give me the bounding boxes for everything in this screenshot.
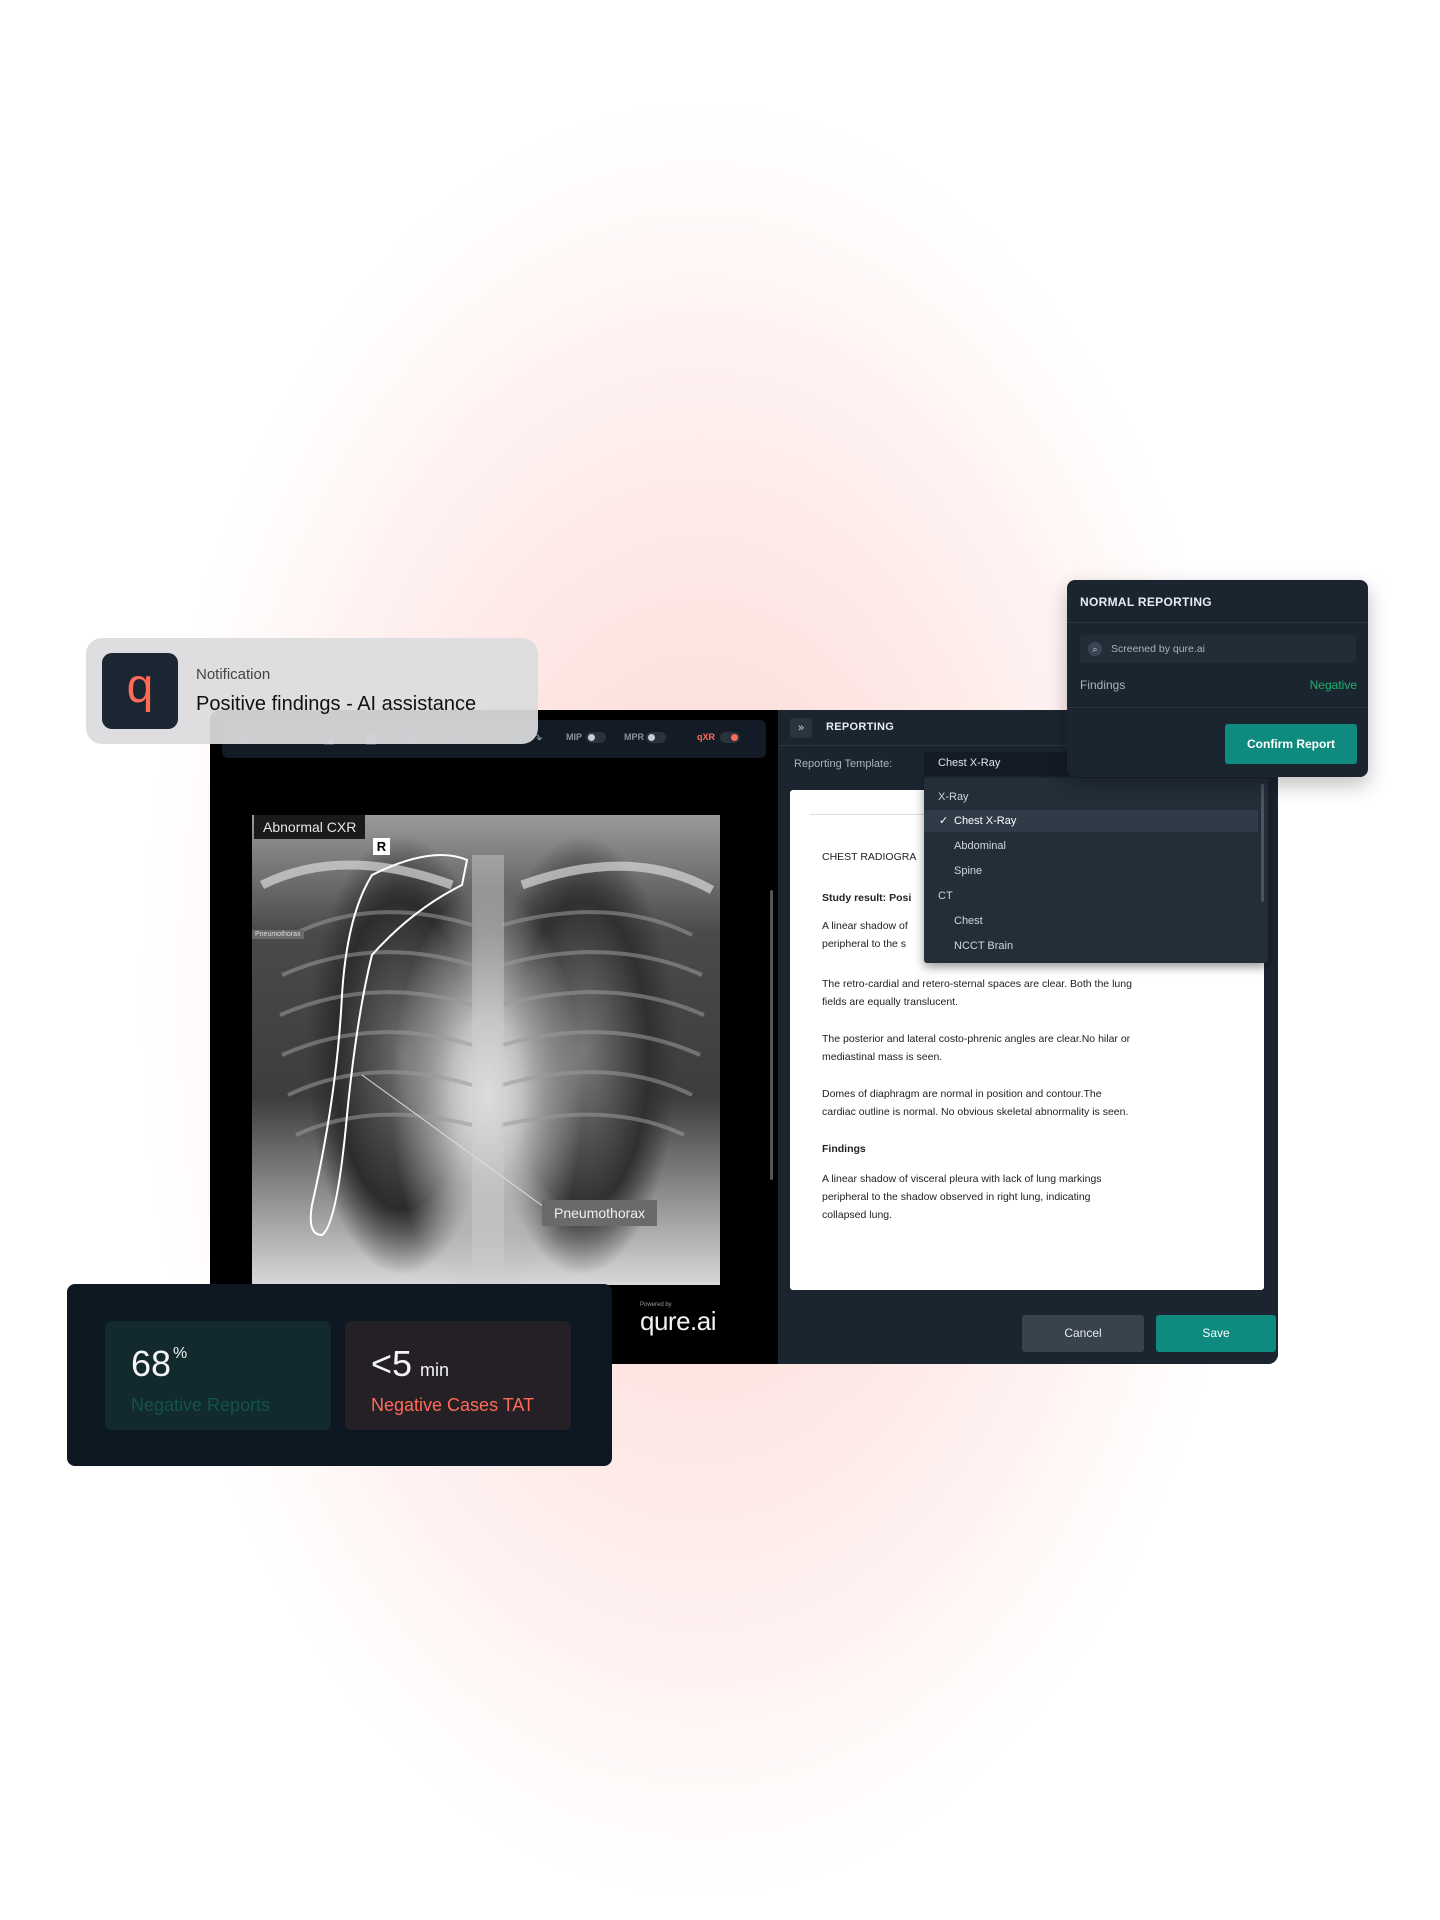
- normal-reporting-title: NORMAL REPORTING: [1080, 595, 1212, 609]
- dropdown-item-spine[interactable]: Spine: [924, 860, 1258, 882]
- cancel-button[interactable]: Cancel: [1022, 1315, 1144, 1352]
- r-marker: R: [373, 838, 390, 855]
- stat-unit: %: [173, 1345, 188, 1362]
- search-icon: ⌕: [1088, 642, 1102, 656]
- negative-tat-stat: <5 min Negative Cases TAT: [345, 1321, 571, 1430]
- stats-card: 68% Negative Reports <5 min Negative Case…: [67, 1284, 612, 1466]
- dropdown-group-xray: X-Ray: [938, 791, 969, 803]
- report-paragraph-line: The posterior and lateral costo-phrenic …: [822, 1033, 1131, 1045]
- dropdown-group-ct: CT: [938, 890, 953, 902]
- findings-label: Findings: [1080, 678, 1126, 692]
- screened-text: Screened by qure.ai: [1111, 643, 1205, 655]
- findings-line: A linear shadow of visceral pleura with …: [822, 1173, 1102, 1185]
- dropdown-item-chest-xray[interactable]: ✓ Chest X-Ray: [924, 810, 1258, 832]
- reporting-panel: » REPORTING Reporting Template: Chest X-…: [778, 710, 1278, 1364]
- stat-number: 68: [131, 1343, 172, 1384]
- template-dropdown: X-Ray ✓ Chest X-Ray Abdominal Spine CT Ch…: [924, 778, 1268, 963]
- mip-toggle[interactable]: [586, 732, 606, 743]
- normal-reporting-card: NORMAL REPORTING ⌕ Screened by qure.ai F…: [1067, 580, 1368, 777]
- stat-value: <5 min: [371, 1343, 449, 1385]
- viewer-scrollbar[interactable]: [770, 890, 773, 1180]
- stat-number: <5: [371, 1343, 413, 1384]
- stat-label: Negative Reports: [131, 1395, 271, 1415]
- stat-unit: min: [420, 1360, 450, 1380]
- findings-title: Findings: [822, 1143, 866, 1155]
- divider: [1067, 707, 1368, 708]
- report-paragraph-line: The retro-cardial and retero-sternal spa…: [822, 978, 1132, 990]
- abnormal-cxr-label: Abnormal CXR: [254, 815, 366, 839]
- viewer-window: ⊕ ⌕ ◪ ▦ ✎ ↻ ↷ MIP MPR qXR: [210, 710, 1278, 1364]
- collapse-chevron-icon[interactable]: »: [790, 718, 812, 738]
- dropdown-item-ncct-brain[interactable]: NCCT Brain: [924, 935, 1258, 957]
- divider: [1067, 622, 1368, 623]
- qure-logo-icon: q: [102, 653, 178, 729]
- mpr-toggle[interactable]: [646, 732, 666, 743]
- findings-value: Negative: [1309, 678, 1357, 692]
- notification-toast[interactable]: q Notification Positive findings - AI as…: [86, 638, 538, 744]
- report-paragraph-line: cardiac outline is normal. No obvious sk…: [822, 1106, 1129, 1118]
- dropdown-scrollbar[interactable]: [1261, 784, 1264, 902]
- confirm-report-button[interactable]: Confirm Report: [1225, 724, 1357, 764]
- mip-label: MIP: [566, 732, 583, 742]
- negative-reports-stat: 68% Negative Reports: [105, 1321, 331, 1430]
- report-paragraph-line: fields are equally translucent.: [822, 996, 958, 1008]
- notification-message: Positive findings - AI assistance: [196, 693, 477, 715]
- report-paragraph-line: Domes of diaphragm are normal in positio…: [822, 1088, 1102, 1100]
- dropdown-item-abdominal[interactable]: Abdominal: [924, 835, 1258, 857]
- notification-title: Notification: [196, 666, 271, 683]
- dropdown-item-chest[interactable]: Chest: [924, 910, 1258, 932]
- pneumothorax-label: Pneumothorax: [542, 1200, 658, 1226]
- findings-line: collapsed lung.: [822, 1209, 893, 1221]
- stat-label: Negative Cases TAT: [371, 1395, 535, 1415]
- screened-field[interactable]: ⌕ Screened by qure.ai: [1080, 635, 1356, 663]
- doc-rule: [810, 814, 930, 815]
- pneumothorax-small-label: Pneumothorax: [252, 930, 304, 939]
- template-label: Reporting Template:: [794, 758, 893, 770]
- qxr-label: qXR: [697, 732, 715, 742]
- reporting-title: REPORTING: [826, 721, 895, 733]
- save-button[interactable]: Save: [1156, 1315, 1276, 1352]
- image-viewer[interactable]: ⊕ ⌕ ◪ ▦ ✎ ↻ ↷ MIP MPR qXR: [210, 710, 778, 1364]
- stat-value: 68%: [131, 1343, 187, 1385]
- mpr-label: MPR: [624, 732, 644, 742]
- dropdown-item-label: Chest X-Ray: [954, 815, 1017, 827]
- qure-ai-logo: qure.ai: [640, 1306, 717, 1336]
- qxr-toggle[interactable]: [720, 732, 740, 743]
- report-paragraph-line: mediastinal mass is seen.: [822, 1051, 943, 1063]
- findings-line: peripheral to the shadow observed in rig…: [822, 1191, 1091, 1203]
- check-icon: ✓: [939, 815, 949, 827]
